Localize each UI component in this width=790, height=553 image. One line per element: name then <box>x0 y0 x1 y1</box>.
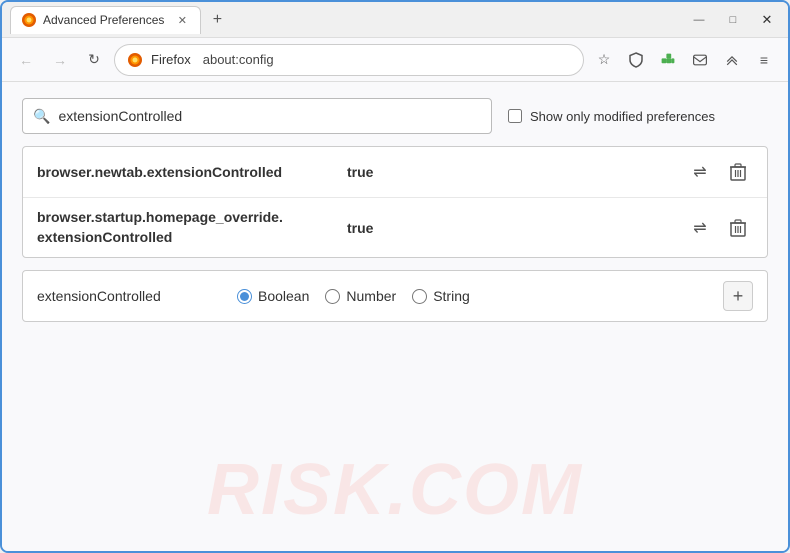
table-row: browser.startup.homepage_override. exten… <box>23 198 767 257</box>
window-controls: — □ ✕ <box>686 11 780 29</box>
account-button[interactable] <box>718 46 746 74</box>
search-icon: 🔍 <box>33 108 50 125</box>
show-modified-label: Show only modified preferences <box>530 109 715 124</box>
toolbar-icons: ☆ <box>590 46 778 74</box>
delete-button[interactable] <box>723 157 753 187</box>
title-bar: Advanced Preferences ✕ + — □ ✕ <box>2 2 788 38</box>
toggle-button[interactable]: ⇌ <box>685 157 715 187</box>
string-option[interactable]: String <box>412 288 470 304</box>
table-row: browser.newtab.extensionControlled true … <box>23 147 767 198</box>
type-radio-group: Boolean Number String <box>237 288 723 304</box>
preference-name: browser.startup.homepage_override. exten… <box>37 208 347 247</box>
new-preference-name: extensionControlled <box>37 288 237 304</box>
preference-search-box[interactable]: 🔍 <box>22 98 492 134</box>
forward-button[interactable]: → <box>46 46 74 74</box>
show-modified-section: Show only modified preferences <box>508 109 715 124</box>
url-display: about:config <box>203 52 274 67</box>
menu-button[interactable]: ≡ <box>750 46 778 74</box>
tab-close-button[interactable]: ✕ <box>174 12 190 28</box>
shield-icon <box>628 52 644 68</box>
add-preference-row: extensionControlled Boolean Number Strin… <box>22 270 768 322</box>
main-content: RISK.COM 🔍 Show only modified preference… <box>2 82 788 551</box>
delete-button[interactable] <box>723 213 753 243</box>
bookmark-button[interactable]: ☆ <box>590 46 618 74</box>
account-icon <box>724 52 740 68</box>
extension-button[interactable] <box>654 46 682 74</box>
preference-value: true <box>347 220 685 236</box>
navigation-bar: ← → ↻ Firefox about:config ☆ <box>2 38 788 82</box>
shield-button[interactable] <box>622 46 650 74</box>
back-button[interactable]: ← <box>12 46 40 74</box>
preference-name: browser.newtab.extensionControlled <box>37 164 347 180</box>
number-radio[interactable] <box>325 289 340 304</box>
row-actions: ⇌ <box>685 157 753 187</box>
extension-icon <box>660 52 676 68</box>
number-option[interactable]: Number <box>325 288 396 304</box>
trash-icon <box>730 163 746 181</box>
firefox-tab-icon <box>21 12 37 28</box>
minimize-button[interactable]: — <box>686 11 712 29</box>
toggle-button[interactable]: ⇌ <box>685 213 715 243</box>
show-modified-checkbox[interactable] <box>508 109 522 123</box>
address-bar[interactable]: Firefox about:config <box>114 44 584 76</box>
trash-icon <box>730 219 746 237</box>
tab-title: Advanced Preferences <box>43 13 164 27</box>
watermark: RISK.COM <box>207 449 583 531</box>
preference-value: true <box>347 164 685 180</box>
browser-window: Advanced Preferences ✕ + — □ ✕ ← → ↻ <box>0 0 790 553</box>
boolean-option[interactable]: Boolean <box>237 288 309 304</box>
firefox-address-icon <box>127 52 143 68</box>
search-input[interactable] <box>58 108 481 124</box>
browser-label: Firefox <box>151 52 191 67</box>
email-button[interactable] <box>686 46 714 74</box>
new-tab-button[interactable]: + <box>205 8 229 32</box>
string-radio[interactable] <box>412 289 427 304</box>
email-icon <box>692 52 708 68</box>
search-row: 🔍 Show only modified preferences <box>22 98 768 134</box>
results-table: browser.newtab.extensionControlled true … <box>22 146 768 258</box>
arrow-icon: ⇌ <box>693 162 706 182</box>
maximize-button[interactable]: □ <box>720 11 746 29</box>
refresh-button[interactable]: ↻ <box>80 46 108 74</box>
arrow-icon: ⇌ <box>693 218 706 238</box>
row-actions: ⇌ <box>685 213 753 243</box>
boolean-radio[interactable] <box>237 289 252 304</box>
active-tab[interactable]: Advanced Preferences ✕ <box>10 6 201 34</box>
close-button[interactable]: ✕ <box>754 11 780 29</box>
add-preference-button[interactable]: + <box>723 281 753 311</box>
